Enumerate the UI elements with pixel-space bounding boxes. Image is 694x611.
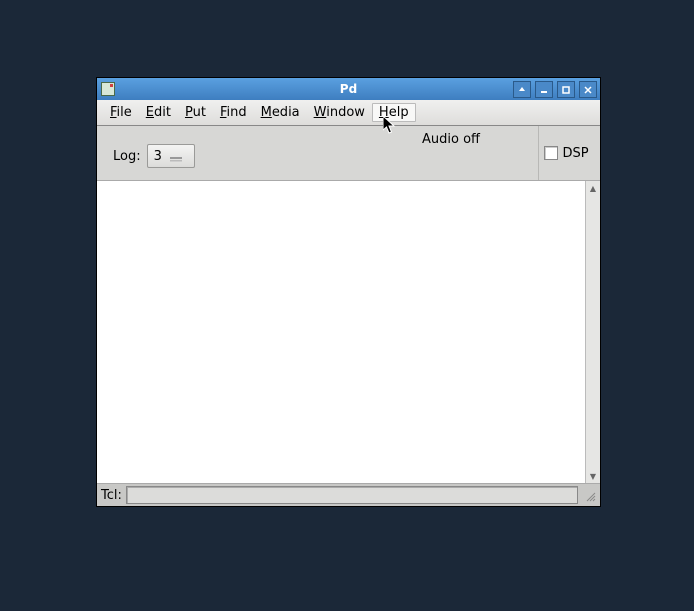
- console-scrollbar[interactable]: ▲ ▼: [585, 181, 600, 483]
- scroll-up-arrow-icon[interactable]: ▲: [586, 181, 600, 195]
- menubutton-indicator-icon: [170, 152, 182, 160]
- pd-main-window: Pd File Edit Put Find Media Window Help …: [96, 77, 601, 507]
- audio-status-label: Audio off: [422, 132, 480, 147]
- tcl-input[interactable]: [126, 486, 578, 504]
- close-button[interactable]: [579, 81, 597, 98]
- menu-edit[interactable]: Edit: [139, 103, 178, 122]
- dsp-checkbox[interactable]: [544, 146, 558, 160]
- maximize-button[interactable]: [557, 81, 575, 98]
- log-level-value: 3: [154, 149, 162, 164]
- dsp-label: DSP: [562, 146, 588, 161]
- menu-window[interactable]: Window: [307, 103, 372, 122]
- toolbar: Log: 3 Audio off DSP: [97, 126, 600, 181]
- resize-grip-icon[interactable]: [582, 488, 596, 502]
- minimize-button[interactable]: [535, 81, 553, 98]
- window-controls: [513, 81, 597, 98]
- log-area: Log: 3: [113, 144, 195, 168]
- menu-help[interactable]: Help: [372, 103, 416, 122]
- titlebar[interactable]: Pd: [97, 78, 600, 100]
- app-icon: [101, 82, 115, 96]
- menu-file[interactable]: File: [103, 103, 139, 122]
- shade-button[interactable]: [513, 81, 531, 98]
- dsp-area: DSP: [538, 126, 594, 180]
- console-area: ▲ ▼: [97, 181, 600, 483]
- menubar: File Edit Put Find Media Window Help: [97, 100, 600, 126]
- statusbar: Tcl:: [97, 483, 600, 506]
- menu-media[interactable]: Media: [254, 103, 307, 122]
- log-level-menubutton[interactable]: 3: [147, 144, 195, 168]
- log-label: Log:: [113, 149, 141, 164]
- console-text[interactable]: [97, 181, 585, 483]
- menu-put[interactable]: Put: [178, 103, 213, 122]
- tcl-label: Tcl:: [101, 488, 122, 503]
- scroll-down-arrow-icon[interactable]: ▼: [586, 469, 600, 483]
- menu-find[interactable]: Find: [213, 103, 254, 122]
